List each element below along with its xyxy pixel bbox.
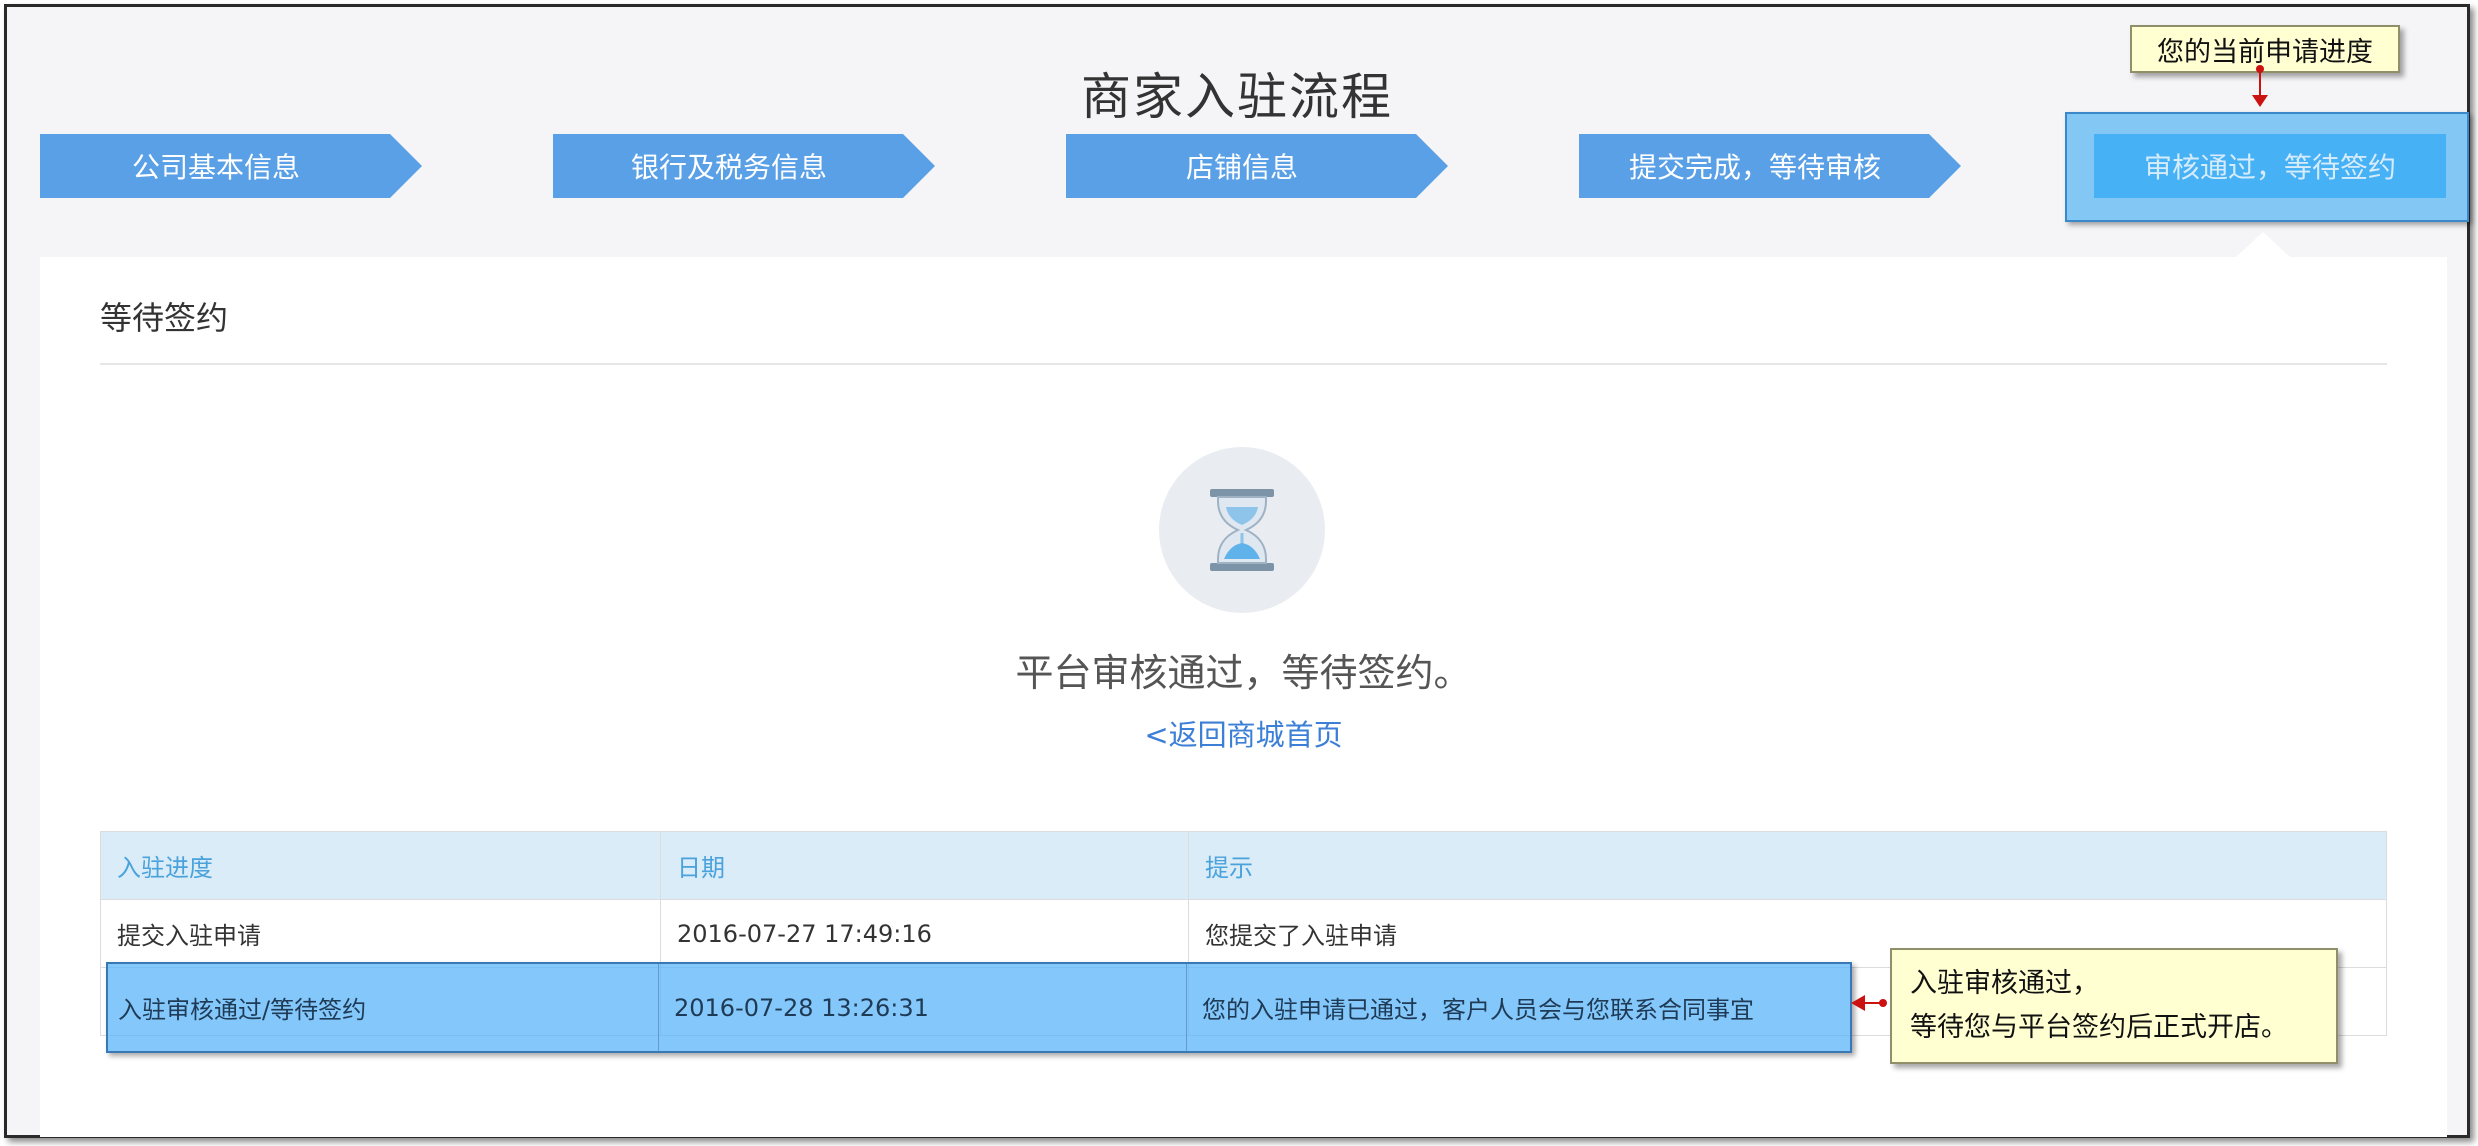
- annotation-arrows: [1851, 65, 2268, 1011]
- screenshot-frame: 商家入驻流程 公司基本信息 银行及税务信息 店铺信息 提交完成，等待审核 审核通…: [4, 4, 2470, 1138]
- arrow-to-highlighted-row: [1851, 995, 1887, 1011]
- arrow-to-current-step: [2252, 65, 2268, 107]
